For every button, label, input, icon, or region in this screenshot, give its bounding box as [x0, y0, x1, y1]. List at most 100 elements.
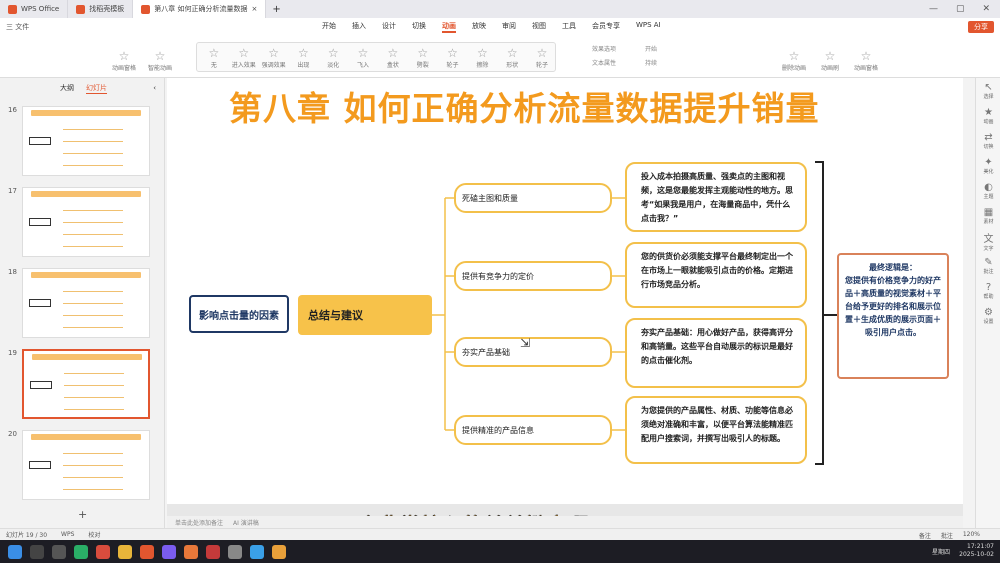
- slide-thumbnail[interactable]: 20: [8, 430, 154, 502]
- slide-thumbnail[interactable]: 16: [8, 106, 154, 178]
- ribbon-button[interactable]: ☆ 强调效果: [261, 46, 287, 69]
- task-view-icon[interactable]: [52, 544, 66, 559]
- final-logic-box[interactable]: 最终逻辑是： 您提供有价格竞争力的好产品＋高质量的视觉素材＋平台给予更好的排名和…: [837, 253, 949, 379]
- sidebar-tool[interactable]: 文文字: [976, 228, 1000, 253]
- app-icon[interactable]: [250, 544, 264, 559]
- ribbon-button[interactable]: ☆ 盒状: [380, 46, 406, 69]
- sidebar-tool[interactable]: ✦ 美化: [976, 153, 1000, 178]
- wechat-icon[interactable]: [74, 544, 88, 559]
- tab-wps-office[interactable]: WPS Office: [0, 0, 69, 18]
- ribbon-button[interactable]: ☆ 动画窗格: [110, 49, 138, 72]
- ribbon-button[interactable]: ☆ 飞入: [350, 46, 376, 69]
- factor-box[interactable]: 影响点击量的因素: [189, 295, 289, 333]
- detail-main-image[interactable]: 投入成本拍摄高质量、强卖点的主图和视频，这是您最能发挥主观能动性的地方。思考“如…: [625, 162, 807, 232]
- menu-item[interactable]: 视图: [532, 21, 546, 33]
- ribbon-button[interactable]: ☆ 轮子: [440, 46, 466, 69]
- preview-line: [63, 453, 123, 454]
- comment-toggle[interactable]: 批注: [941, 531, 953, 540]
- collapse-panel-icon[interactable]: ‹: [153, 84, 164, 92]
- ribbon-button[interactable]: ☆ 擦除: [469, 46, 495, 69]
- sidebar-tool[interactable]: ? 帮助: [976, 278, 1000, 303]
- outline-tab[interactable]: 大纲: [60, 83, 74, 93]
- category-product-basis[interactable]: 夯实产品基础: [454, 337, 612, 367]
- slides-tab[interactable]: 幻灯片: [86, 83, 107, 94]
- tool-icon: ✎: [984, 256, 993, 268]
- category-product-info[interactable]: 提供精准的产品信息: [454, 415, 612, 445]
- new-tab-icon[interactable]: +: [266, 4, 286, 15]
- system-clock[interactable]: 17:21:07 2025-10-02: [959, 543, 994, 559]
- menu-item[interactable]: 动画: [442, 21, 456, 33]
- menu-item[interactable]: 设计: [382, 21, 396, 33]
- tab-template[interactable]: 找稻壳模板: [68, 0, 134, 18]
- sidebar-tool[interactable]: ▦ 素材: [976, 203, 1000, 228]
- slide-thumbnail[interactable]: 17: [8, 187, 154, 259]
- ai-app-icon[interactable]: [162, 544, 176, 559]
- summary-box[interactable]: 总结与建议: [298, 295, 432, 335]
- menu-item[interactable]: WPS AI: [636, 21, 661, 33]
- ribbon-button[interactable]: ☆ 出现: [290, 46, 316, 69]
- category-pricing[interactable]: 提供有竞争力的定价: [454, 261, 612, 291]
- app-icon[interactable]: [96, 544, 110, 559]
- menu-item[interactable]: 切换: [412, 21, 426, 33]
- slide-thumbnail[interactable]: 19: [8, 349, 154, 421]
- app-icon[interactable]: [272, 544, 286, 559]
- ribbon-button[interactable]: ☆ 轮子: [529, 46, 555, 69]
- notes-placeholder[interactable]: 单击此处添加备注: [175, 518, 223, 527]
- app-icon[interactable]: [206, 544, 220, 559]
- sidebar-tool[interactable]: ⇄ 切换: [976, 128, 1000, 153]
- start-option[interactable]: 开始: [645, 44, 657, 53]
- preview-line: [63, 210, 123, 211]
- search-icon[interactable]: [30, 544, 44, 559]
- slide-counter: 幻灯片 19 / 30: [6, 532, 48, 539]
- ribbon-button[interactable]: ☆ 淡化: [320, 46, 346, 69]
- sidebar-tool[interactable]: ★ 动画: [976, 103, 1000, 128]
- add-slide-button[interactable]: +: [78, 508, 87, 521]
- maximize-icon[interactable]: ▢: [956, 4, 965, 14]
- ribbon-button[interactable]: ☆ 无: [201, 46, 227, 69]
- ribbon-button[interactable]: ☆ 智能动画: [146, 49, 174, 72]
- ribbon-button[interactable]: ☆ 动画刷: [816, 49, 844, 72]
- app-icon[interactable]: [228, 544, 242, 559]
- menu-item[interactable]: 会员专享: [592, 21, 620, 33]
- notes-toggle[interactable]: 备注: [919, 531, 931, 540]
- text-properties[interactable]: 文本属性: [592, 58, 616, 67]
- star-icon: ☆: [298, 45, 309, 60]
- ribbon-button[interactable]: ☆ 动画窗格: [852, 49, 880, 72]
- close-icon[interactable]: ✕: [982, 4, 990, 14]
- minimize-icon[interactable]: —: [929, 4, 938, 14]
- ribbon-button[interactable]: ☆ 进入效果: [231, 46, 257, 69]
- start-icon[interactable]: [8, 544, 22, 559]
- sidebar-tool[interactable]: ↖ 选择: [976, 78, 1000, 103]
- menu-item[interactable]: 放映: [472, 21, 486, 33]
- zoom-level[interactable]: 120%: [963, 531, 980, 540]
- detail-product-info[interactable]: 为您提供的产品属性、材质、功能等信息必须绝对准确和丰富，以便平台算法能精准匹配用…: [625, 396, 807, 464]
- menu-item[interactable]: 工具: [562, 21, 576, 33]
- chrome-icon[interactable]: [118, 544, 132, 559]
- menu-item[interactable]: 插入: [352, 21, 366, 33]
- file-menu[interactable]: 三 文件: [6, 22, 29, 32]
- tool-icon: ⚙: [984, 306, 993, 318]
- app-icon[interactable]: [184, 544, 198, 559]
- ribbon-button[interactable]: ☆ 删除动画: [780, 49, 808, 72]
- ribbon-button[interactable]: ☆ 形状: [499, 46, 525, 69]
- menu-item[interactable]: 开始: [322, 21, 336, 33]
- duration-option[interactable]: 持续: [645, 58, 657, 67]
- wps-taskbar-icon[interactable]: [140, 544, 154, 559]
- share-button[interactable]: 分享: [968, 21, 994, 33]
- detail-pricing[interactable]: 您的供货价必须能支撑平台最终制定出一个在市场上一眼就能吸引点击的价格。定期进行市…: [625, 242, 807, 308]
- effect-options[interactable]: 效果选项: [592, 44, 616, 53]
- sidebar-tool[interactable]: ⚙ 设置: [976, 303, 1000, 328]
- sidebar-tool[interactable]: ✎ 批注: [976, 253, 1000, 278]
- ribbon-button[interactable]: ☆ 劈裂: [410, 46, 436, 69]
- status-bar: 幻灯片 19 / 30 WPS 校对 备注 批注 120%: [0, 528, 1000, 540]
- slide[interactable]: 第八章 如何正确分析流量数据提升销量 影响点击量的因素 总结与建议 死磕主图和质…: [167, 78, 963, 504]
- tab-document[interactable]: 第八章 如何正确分析流量数据 ×: [133, 0, 267, 18]
- proofread-button[interactable]: 校对: [88, 530, 100, 539]
- sidebar-tool[interactable]: ◐ 主题: [976, 178, 1000, 203]
- slide-thumbnail[interactable]: 18: [8, 268, 154, 340]
- close-tab-icon[interactable]: ×: [251, 5, 257, 13]
- menu-item[interactable]: 审阅: [502, 21, 516, 33]
- ai-speech-button[interactable]: AI 演讲稿: [233, 518, 259, 527]
- category-main-image[interactable]: 死磕主图和质量: [454, 183, 612, 213]
- detail-product-basis[interactable]: 夯实产品基础：用心做好产品，获得高评分和高销量。这些平台自动展示的标识是最好的点…: [625, 318, 807, 388]
